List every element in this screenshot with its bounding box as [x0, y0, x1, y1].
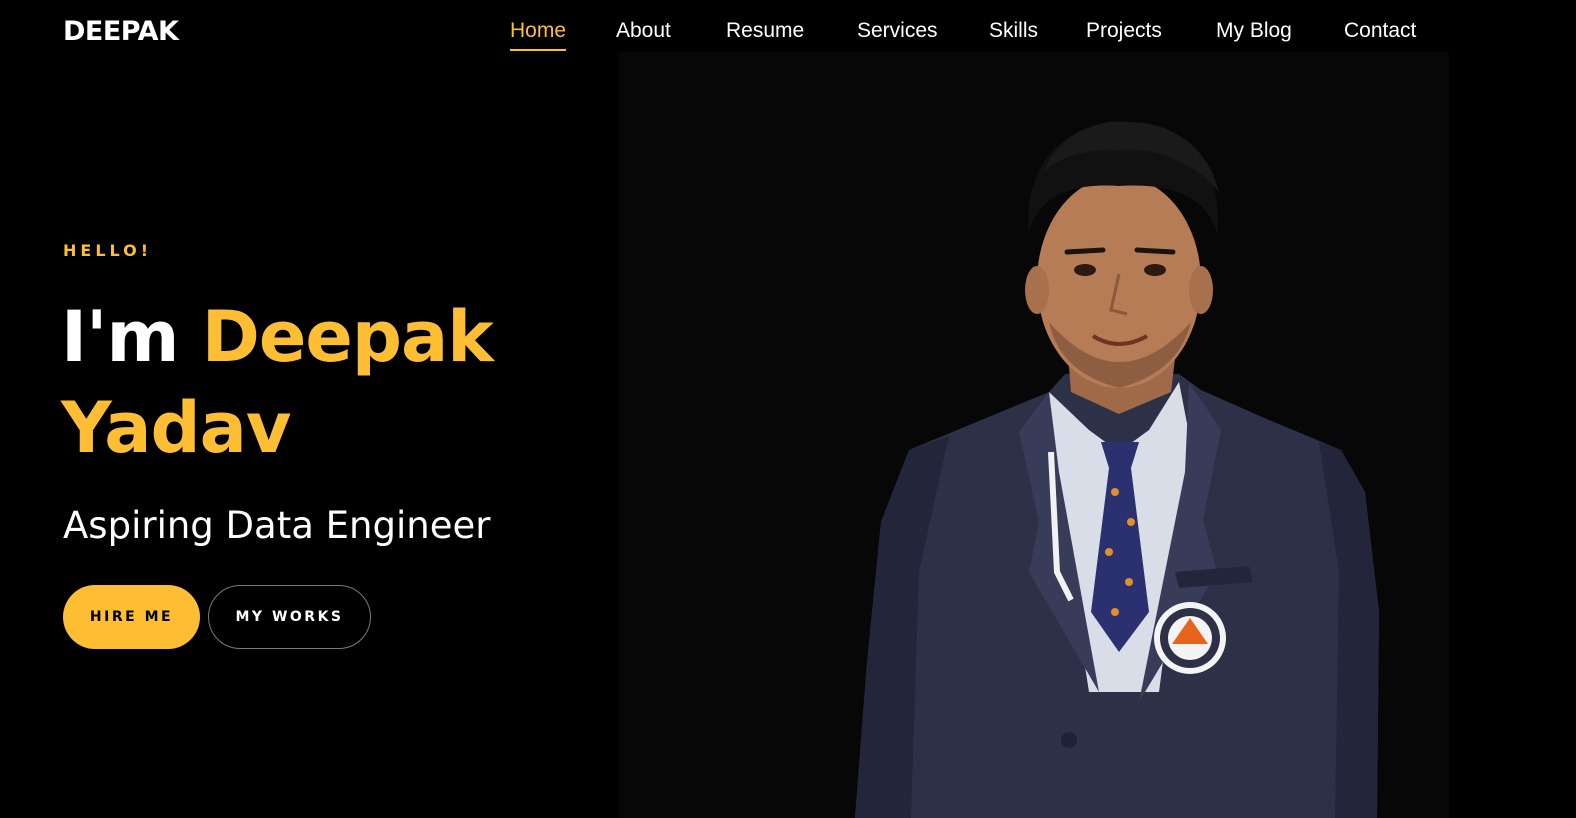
nav-item-resume[interactable]: Resume [726, 18, 804, 44]
nav-item-projects[interactable]: Projects [1086, 18, 1162, 44]
hero-greeting: HELLO! [63, 241, 153, 260]
hero-role: Aspiring Data Engineer [63, 504, 491, 547]
nav-item-services[interactable]: Services [857, 18, 938, 44]
active-nav-indicator [510, 49, 567, 51]
hero-last-name: Yadav [61, 387, 291, 469]
my-works-button[interactable]: MY WORKS [208, 585, 371, 649]
hire-me-label: HIRE ME [89, 609, 174, 625]
hero-headline: I'm Deepak Yadav [61, 292, 581, 474]
hero-intro: I'm [61, 296, 179, 378]
my-works-label: MY WORKS [235, 609, 344, 625]
nav-item-home[interactable]: Home [510, 18, 567, 51]
nav-item-contact[interactable]: Contact [1344, 18, 1416, 44]
nav-item-skills[interactable]: Skills [989, 18, 1038, 44]
main-nav: Home About Resume Services Skills Projec… [0, 0, 1576, 52]
nav-item-my-blog[interactable]: My Blog [1216, 18, 1292, 44]
hero-photo [619, 52, 1449, 818]
portrait-illustration [855, 121, 1379, 818]
hero-first-name: Deepak [201, 296, 494, 378]
nav-item-about[interactable]: About [616, 18, 671, 44]
hire-me-button[interactable]: HIRE ME [63, 585, 200, 649]
portfolio-page: DEEPAK Home About Resume Services Skills… [0, 0, 1576, 818]
nav-item-label: Home [510, 19, 567, 42]
